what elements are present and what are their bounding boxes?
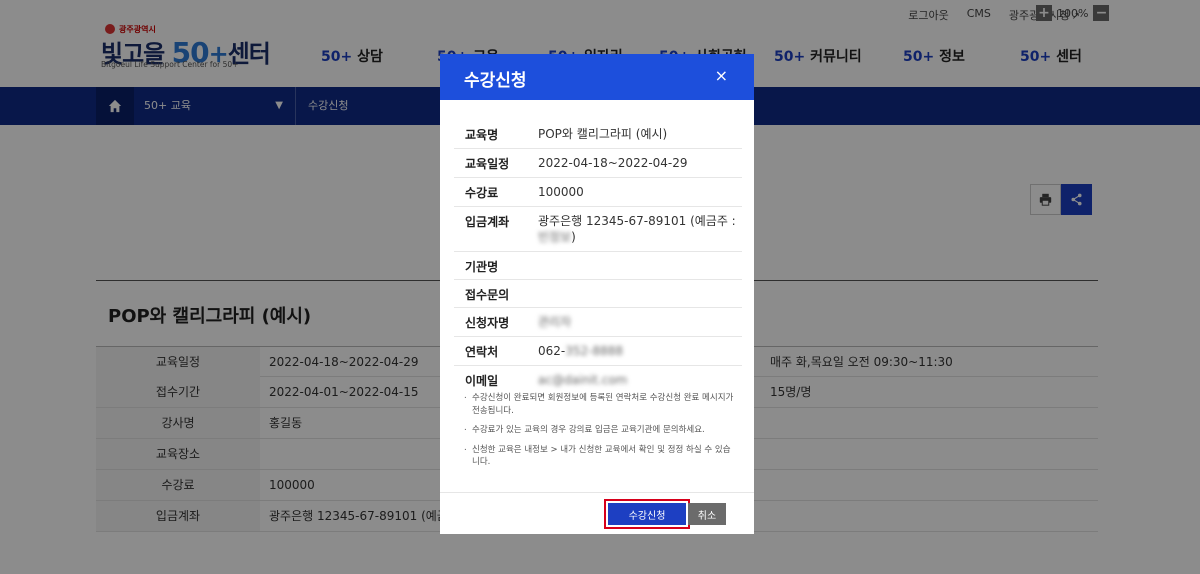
detail-row-applicant: 신청자명 관리자 (454, 308, 742, 337)
detail-row-institution: 기관명 (454, 252, 742, 280)
detail-row-course: 교육명 POP와 캘리그라피 (예시) (454, 120, 742, 149)
modal-title: 수강신청 (464, 71, 527, 91)
enroll-details: 교육명 POP와 캘리그라피 (예시) 교육일정 2022-04-18~2022… (454, 120, 742, 394)
detail-row-account: 입금계좌 광주은행 12345-67-89101 (예금주 : 빈정보) (454, 207, 742, 252)
detail-value: 2022-04-18~2022-04-29 (538, 156, 688, 170)
masked-phone: 352-8888 (565, 344, 624, 358)
enroll-modal: 수강신청 × 교육명 POP와 캘리그라피 (예시) 교육일정 2022-04-… (440, 54, 754, 534)
detail-row-inquiry: 접수문의 (454, 280, 742, 308)
detail-value: POP와 캘리그라피 (예시) (538, 127, 668, 141)
detail-value: 광주은행 12345-67-89101 (예금주 : 빈정보) (538, 207, 742, 251)
masked-holder: 빈정보 (538, 230, 572, 244)
phone-prefix: 062- (538, 344, 566, 358)
detail-key: 이메일 (465, 374, 499, 388)
detail-value: 관리자 (538, 308, 742, 336)
detail-value: ac@dainit.com (538, 366, 742, 394)
detail-key: 교육일정 (465, 157, 510, 171)
detail-value: 062-352-8888 (538, 337, 742, 365)
detail-key: 접수문의 (465, 288, 510, 302)
detail-row-phone: 연락처 062-352-8888 (454, 337, 742, 366)
detail-value (538, 280, 742, 292)
detail-key: 연락처 (465, 345, 499, 359)
enroll-notes: 수강신청이 완료되면 회원정보에 등록된 연락처로 수강신청 완료 메시지가 전… (464, 390, 734, 476)
detail-key: 수강료 (465, 186, 499, 200)
cancel-button[interactable]: 취소 (688, 503, 726, 525)
detail-row-fee: 수강료 100000 (454, 178, 742, 207)
note-item: 신청한 교육은 내정보 > 내가 신청한 교육에서 확인 및 정정 하실 수 있… (464, 442, 734, 469)
note-item: 수강신청이 완료되면 회원정보에 등록된 연락처로 수강신청 완료 메시지가 전… (464, 390, 734, 417)
modal-header: 수강신청 × (440, 54, 754, 100)
enroll-submit-button[interactable]: 수강신청 (604, 499, 690, 529)
account-text: 광주은행 12345-67-89101 (예금주 : (538, 214, 736, 228)
detail-key: 신청자명 (465, 316, 510, 330)
modal-footer: 수강신청 취소 (440, 492, 754, 534)
detail-key: 기관명 (465, 260, 499, 274)
detail-value: 100000 (538, 185, 584, 199)
masked-name: 관리자 (538, 315, 572, 329)
detail-value (538, 252, 742, 264)
detail-key: 입금계좌 (465, 215, 510, 229)
detail-row-schedule: 교육일정 2022-04-18~2022-04-29 (454, 149, 742, 178)
detail-row-email: 이메일 ac@dainit.com (454, 366, 742, 394)
close-icon[interactable]: × (715, 66, 728, 85)
account-suffix: ) (571, 230, 576, 244)
masked-email: ac@dainit.com (538, 373, 628, 387)
detail-key: 교육명 (465, 128, 499, 142)
note-item: 수강료가 있는 교육의 경우 강의료 입금은 교육기관에 문의하세요. (464, 422, 734, 437)
